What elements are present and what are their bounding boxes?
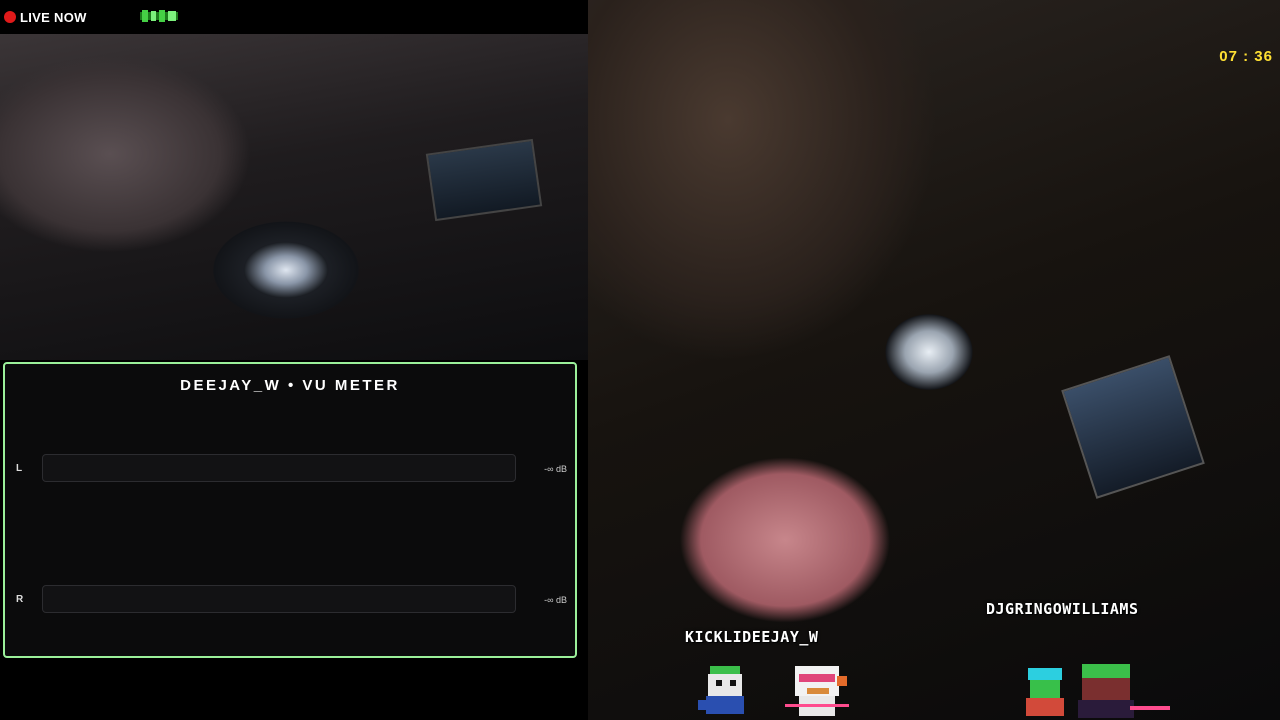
green-pixel-logo-icon (140, 10, 178, 22)
overlay-username-right: DJGRINGOWILLIAMS (986, 600, 1139, 618)
vu-channel-right-bar (42, 585, 516, 613)
dj-camera-feed-left (0, 34, 588, 360)
dj-camera-feed-right (588, 0, 1280, 720)
vu-channel-left-label: L (16, 463, 23, 474)
vu-channel-right-db: -∞ dB (544, 595, 567, 605)
pixel-avatar-icon (1026, 664, 1170, 718)
vu-channel-left-bar (42, 454, 516, 482)
vu-channel-right-label: R (16, 594, 24, 605)
vu-channel-left-db: -∞ dB (544, 464, 567, 474)
overlay-username-left: KICKLIDEEJAY_W (685, 628, 819, 646)
controller-screen (1061, 355, 1205, 499)
live-dot-icon (4, 11, 16, 23)
live-label: LIVE NOW (20, 9, 87, 25)
pixel-avatar-icon (698, 666, 744, 714)
stream-clock: 07 : 36 (1219, 48, 1273, 65)
live-indicator: LIVE NOW (4, 8, 87, 26)
pixel-avatar-icon (785, 666, 849, 716)
controller-screen (425, 138, 543, 222)
vu-meter-panel: DEEJAY_W • VU METER L -∞ dB R -∞ dB (3, 362, 577, 658)
status-bar: LIVE NOW (0, 0, 588, 34)
vu-meter-title: DEEJAY_W • VU METER (180, 377, 400, 394)
